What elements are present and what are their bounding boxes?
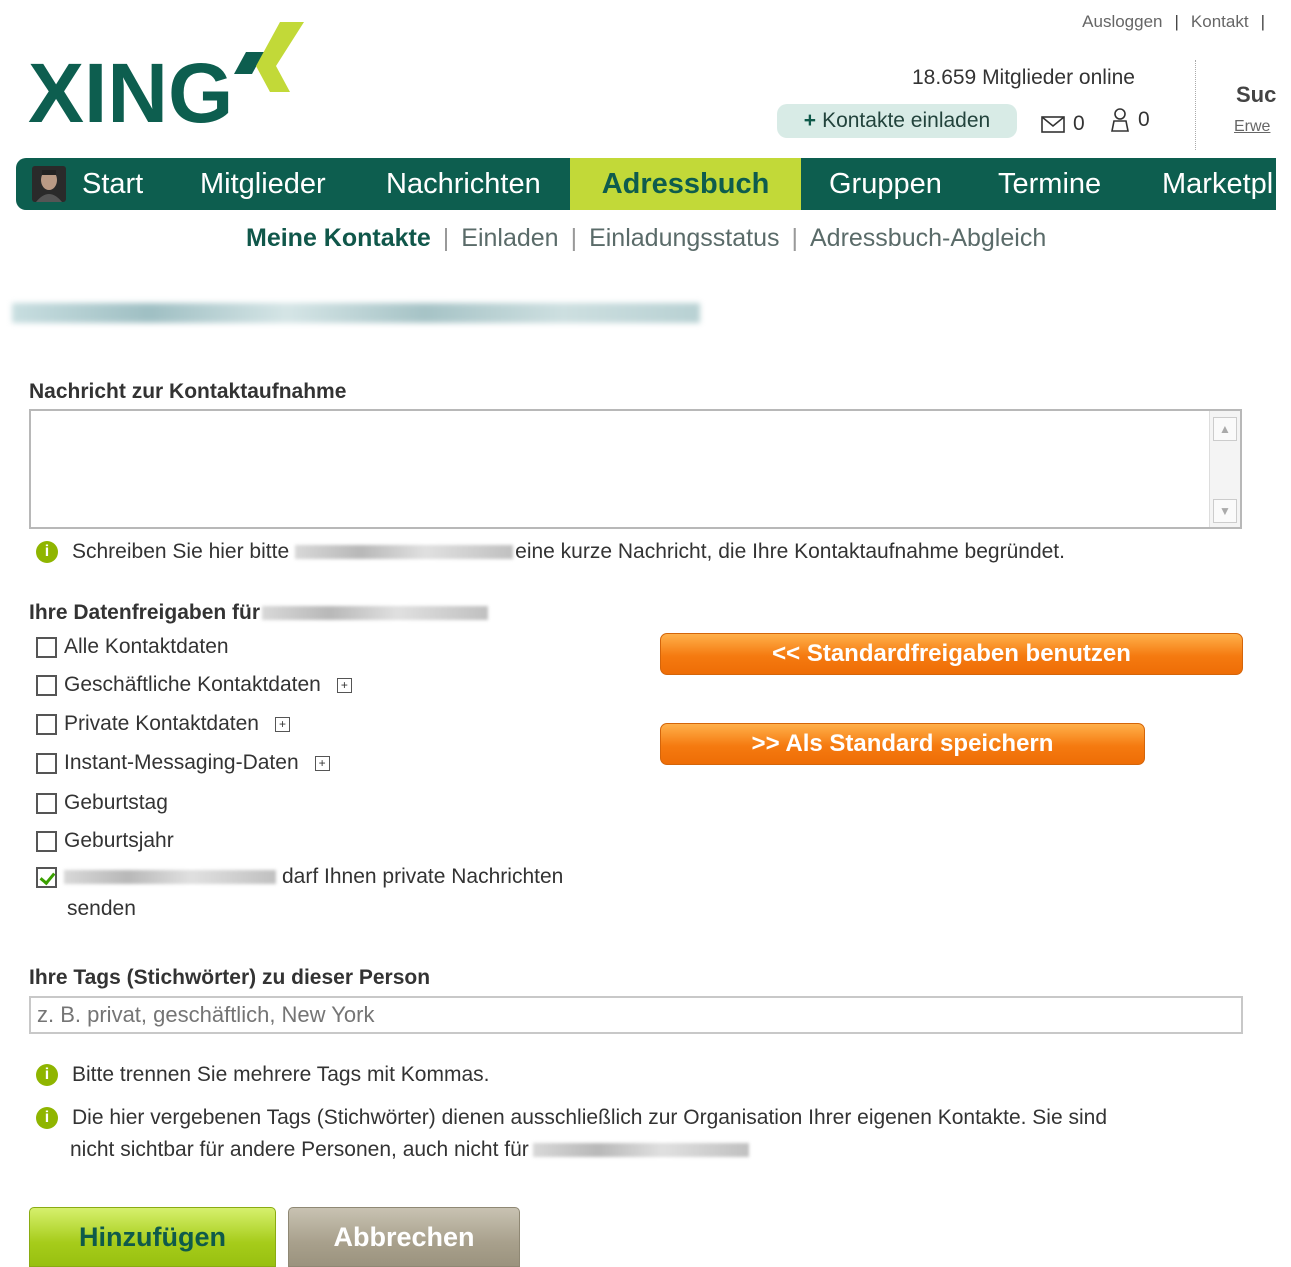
- invite-contacts-button[interactable]: + Kontakte einladen: [777, 104, 1017, 138]
- plus-icon: +: [803, 109, 817, 132]
- checkbox-business-contact-data[interactable]: [36, 674, 57, 696]
- logo-text: XING: [28, 46, 233, 137]
- requests-count: 0: [1138, 108, 1150, 131]
- envelope-icon: [1041, 115, 1065, 133]
- members-online: 18.659 Mitglieder online: [912, 66, 1135, 89]
- checkbox-all-contact-data[interactable]: [36, 636, 57, 658]
- person-icon: [1111, 108, 1129, 132]
- add-button[interactable]: Hinzufügen: [29, 1207, 276, 1267]
- messages-counter[interactable]: 0: [1041, 112, 1085, 136]
- nav-mitglieder[interactable]: Mitglieder: [200, 158, 326, 210]
- expand-icon[interactable]: +: [336, 677, 352, 693]
- tags-input[interactable]: [29, 996, 1243, 1034]
- info-icon: i: [36, 541, 58, 563]
- checkbox-row[interactable]: Geburtsjahr: [36, 829, 174, 853]
- nav-marketplace[interactable]: Marketpl: [1162, 158, 1273, 210]
- tags-privacy-hint: i Die hier vergebenen Tags (Stichwörter)…: [36, 1106, 1107, 1130]
- checkbox-row[interactable]: Geschäftliche Kontaktdaten +: [36, 673, 352, 697]
- redacted-name: [64, 870, 276, 884]
- checkbox-row[interactable]: Private Kontaktdaten +: [36, 712, 290, 736]
- nav-nachrichten[interactable]: Nachrichten: [386, 158, 541, 210]
- checkbox-private-contact-data[interactable]: [36, 713, 57, 735]
- checkbox-row[interactable]: Instant-Messaging-Daten +: [36, 751, 330, 775]
- scroll-up-icon[interactable]: ▲: [1213, 417, 1237, 441]
- avatar[interactable]: [32, 166, 66, 202]
- use-defaults-button[interactable]: << Standardfreigaben benutzen: [660, 633, 1243, 675]
- tags-hint: i Bitte trennen Sie mehrere Tags mit Kom…: [36, 1063, 489, 1087]
- tags-privacy-hint-continued: nicht sichtbar für andere Personen, auch…: [70, 1138, 749, 1162]
- nav-gruppen[interactable]: Gruppen: [829, 158, 942, 210]
- info-icon: i: [36, 1107, 58, 1129]
- subnav-einladen[interactable]: Einladen: [461, 224, 558, 252]
- info-icon: i: [36, 1064, 58, 1086]
- requests-counter[interactable]: 0: [1110, 108, 1150, 132]
- scroll-down-icon[interactable]: ▼: [1213, 499, 1237, 523]
- contact-link[interactable]: Kontakt: [1191, 12, 1249, 31]
- checkbox-row[interactable]: Alle Kontaktdaten: [36, 635, 229, 659]
- tags-heading: Ihre Tags (Stichwörter) zu dieser Person: [29, 966, 431, 989]
- top-links: Ausloggen | Kontakt |: [1082, 12, 1277, 32]
- messages-count: 0: [1073, 112, 1085, 135]
- nav-start[interactable]: Start: [82, 158, 143, 210]
- checkbox-row[interactable]: darf Ihnen private Nachrichten: [36, 865, 563, 889]
- cancel-button[interactable]: Abbrechen: [288, 1207, 520, 1267]
- checkbox-instant-messaging[interactable]: [36, 752, 57, 774]
- expand-icon[interactable]: +: [274, 716, 290, 732]
- subnav-adressbuch-abgleich[interactable]: Adressbuch-Abgleich: [810, 224, 1046, 252]
- nav-termine[interactable]: Termine: [998, 158, 1101, 210]
- subnav-einladungsstatus[interactable]: Einladungsstatus: [589, 224, 779, 252]
- header-divider: [1195, 60, 1196, 150]
- redacted-name: [262, 606, 489, 620]
- message-textarea[interactable]: ▲ ▼: [29, 409, 1242, 529]
- redacted-name: [295, 545, 514, 559]
- link-separator: |: [1174, 12, 1179, 31]
- checkbox-label-continued: senden: [67, 897, 136, 920]
- save-as-default-button[interactable]: >> Als Standard speichern: [660, 723, 1145, 765]
- message-hint: i Schreiben Sie hier bitte eine kurze Na…: [36, 540, 1065, 564]
- link-separator: |: [1260, 12, 1265, 31]
- sharing-heading: Ihre Datenfreigaben für: [29, 601, 489, 625]
- main-nav: Start Mitglieder Nachrichten Adressbuch …: [16, 158, 1276, 210]
- checkbox-birth-year[interactable]: [36, 830, 57, 852]
- extended-search-link[interactable]: Erwe: [1234, 118, 1276, 136]
- subnav-meine-kontakte[interactable]: Meine Kontakte: [246, 224, 431, 252]
- nav-adressbuch[interactable]: Adressbuch: [570, 158, 801, 210]
- page-title-redacted: [12, 303, 700, 323]
- expand-icon[interactable]: +: [314, 755, 330, 771]
- textarea-scrollbar[interactable]: ▲ ▼: [1209, 411, 1240, 527]
- checkbox-birthday[interactable]: [36, 792, 57, 814]
- checkbox-private-messages[interactable]: [36, 866, 57, 888]
- message-heading: Nachricht zur Kontaktaufnahme: [29, 380, 347, 403]
- xing-logo[interactable]: XING: [28, 22, 308, 142]
- checkbox-row[interactable]: Geburtstag: [36, 791, 168, 815]
- search-label: Suc: [1236, 82, 1276, 107]
- sub-nav: Meine Kontakte | Einladen | Einladungsstatus…: [246, 224, 1047, 252]
- redacted-name: [532, 1143, 749, 1157]
- logout-link[interactable]: Ausloggen: [1082, 12, 1162, 31]
